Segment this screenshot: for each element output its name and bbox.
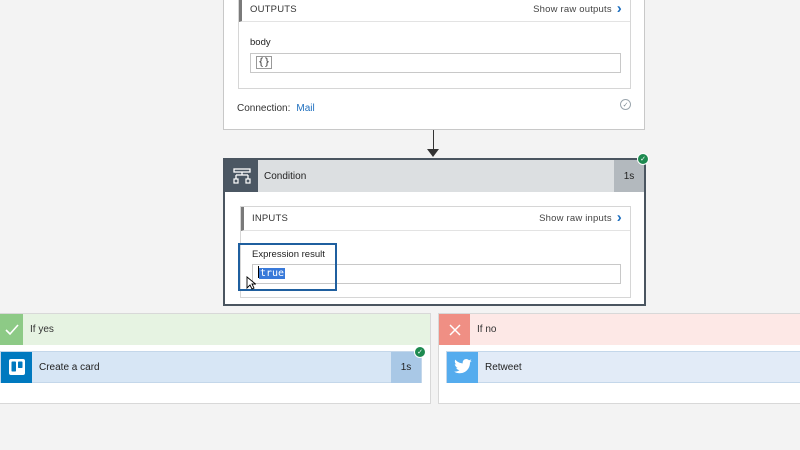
outputs-header: OUTPUTS Show raw outputs ›	[239, 0, 630, 22]
inputs-header: INPUTS Show raw inputs ›	[241, 207, 630, 231]
show-raw-inputs-label: Show raw inputs	[539, 213, 612, 224]
if-yes-header[interactable]: If yes	[0, 314, 430, 345]
connection-row: Connection: Mail	[237, 103, 315, 114]
mouse-pointer-icon	[246, 276, 256, 290]
body-label: body	[250, 37, 271, 48]
condition-success-check-icon: ✓	[637, 153, 649, 165]
twitter-icon	[447, 351, 478, 383]
trello-icon	[1, 351, 32, 383]
show-raw-outputs-label: Show raw outputs	[533, 4, 612, 15]
inputs-title: INPUTS	[252, 213, 289, 224]
condition-title: Condition	[264, 170, 307, 182]
create-card-label: Create a card	[39, 361, 100, 373]
condition-duration: 1s	[614, 160, 644, 192]
step-status-check-icon: ✓	[620, 99, 631, 110]
body-value: {}	[255, 56, 273, 69]
show-raw-outputs-link[interactable]: Show raw outputs ›	[533, 0, 622, 17]
body-field[interactable]: {}	[250, 53, 621, 73]
chevron-right-icon: ›	[616, 209, 622, 226]
retweet-label: Retweet	[485, 361, 522, 373]
outputs-title: OUTPUTS	[250, 4, 297, 15]
connection-link[interactable]: Mail	[296, 103, 314, 114]
arrow-down-icon	[427, 149, 439, 157]
if-no-header[interactable]: If no	[439, 314, 800, 345]
outputs-section: OUTPUTS Show raw outputs › body {}	[238, 0, 631, 89]
chevron-right-icon: ›	[616, 0, 622, 17]
mail-step-card: OUTPUTS Show raw outputs › body {} Conne…	[223, 0, 645, 130]
condition-header[interactable]: Condition 1s	[225, 160, 644, 192]
if-no-title: If no	[477, 324, 497, 335]
condition-icon	[225, 160, 258, 192]
create-card-action[interactable]: Create a card 1s	[0, 351, 422, 383]
connection-label: Connection:	[237, 103, 291, 114]
if-yes-title: If yes	[30, 324, 54, 335]
check-icon	[0, 314, 23, 345]
close-icon	[439, 314, 470, 345]
create-card-success-check-icon: ✓	[414, 346, 426, 358]
text-cursor	[258, 266, 259, 278]
show-raw-inputs-link[interactable]: Show raw inputs ›	[539, 209, 622, 226]
retweet-action[interactable]: Retweet	[446, 351, 800, 383]
